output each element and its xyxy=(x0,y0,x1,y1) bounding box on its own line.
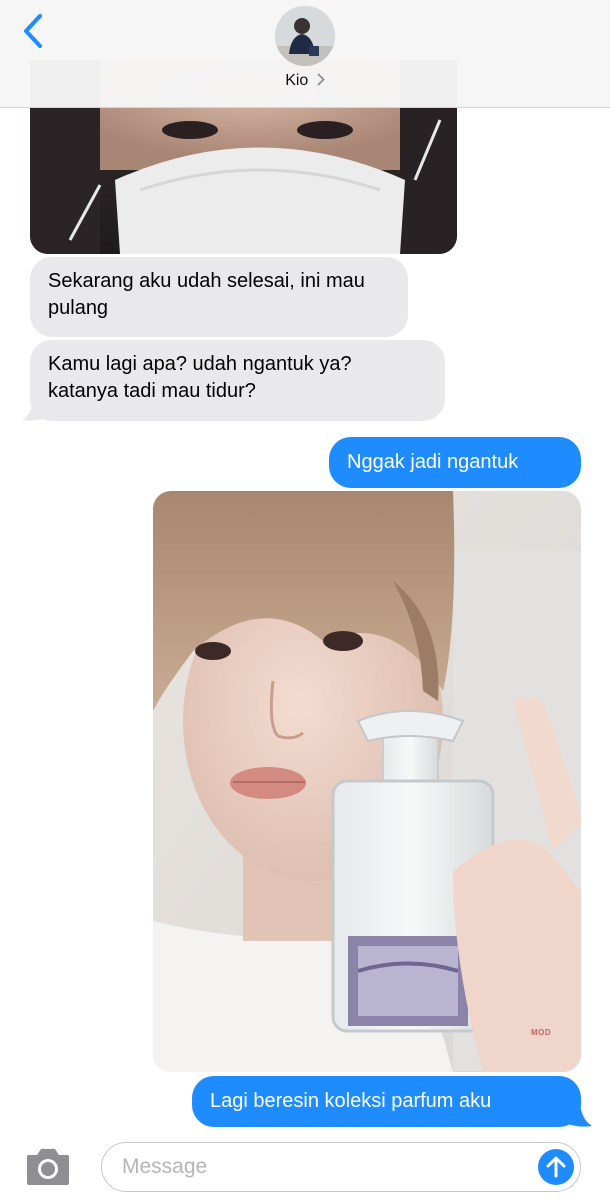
message-text: Lagi beresin koleksi parfum aku xyxy=(210,1090,492,1112)
message-text: Sekarang aku udah selesai, ini mau pulan… xyxy=(48,270,365,319)
sent-bubble-tail xyxy=(568,1104,592,1127)
sent-message-bubble[interactable]: Nggak jadi ngantuk xyxy=(329,437,581,488)
received-message-bubble[interactable]: Kamu lagi apa? udah ngantuk ya? katanya … xyxy=(30,340,445,421)
received-message-bubble[interactable]: Sekarang aku udah selesai, ini mau pulan… xyxy=(30,257,408,337)
back-button[interactable] xyxy=(20,12,50,50)
message-input[interactable] xyxy=(122,1151,522,1183)
message-text: Nggak jadi ngantuk xyxy=(347,451,519,473)
photo-watermark: MOD xyxy=(531,1028,552,1037)
sent-photo[interactable]: MOD xyxy=(153,491,581,1072)
conversation-header: Kio xyxy=(0,0,610,108)
send-button[interactable] xyxy=(538,1149,574,1185)
contact-name: Kio xyxy=(285,72,309,89)
message-text: Kamu lagi apa? udah ngantuk ya? katanya … xyxy=(48,353,352,402)
sent-message-bubble[interactable]: Lagi beresin koleksi parfum aku xyxy=(192,1076,581,1127)
contact-avatar[interactable] xyxy=(275,6,335,66)
received-bubble-tail xyxy=(22,398,46,421)
message-thread: Sekarang aku udah selesai, ini mau pulan… xyxy=(0,0,610,1200)
camera-button[interactable] xyxy=(24,1147,72,1187)
contact-name-button[interactable]: Kio xyxy=(0,72,610,90)
message-compose-field[interactable] xyxy=(101,1142,581,1192)
chevron-right-icon xyxy=(317,73,325,86)
chevron-left-icon xyxy=(24,14,42,48)
avatar-image xyxy=(275,6,335,66)
arrow-up-icon xyxy=(546,1156,566,1178)
sent-photo-image xyxy=(153,491,581,1072)
camera-icon xyxy=(27,1149,69,1185)
